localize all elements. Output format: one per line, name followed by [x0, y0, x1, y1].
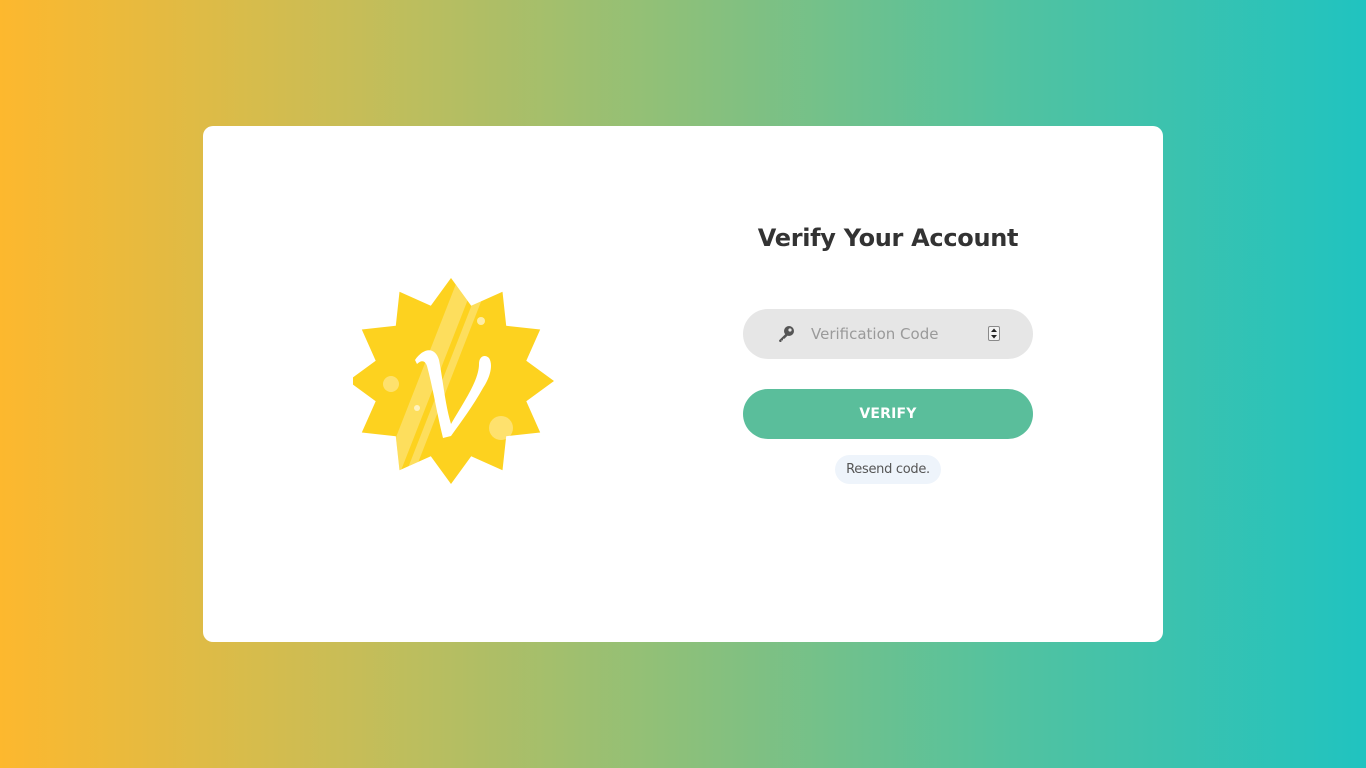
- page-title: Verify Your Account: [757, 224, 1019, 252]
- spinner-down-arrow-icon[interactable]: [989, 334, 999, 340]
- verification-code-field[interactable]: [743, 309, 1033, 359]
- badge-bubble: [383, 376, 399, 392]
- badge-bubble: [477, 317, 485, 325]
- verification-code-input[interactable]: [811, 309, 981, 359]
- verify-card: Verify Your Account VERIFY Resend code.: [203, 126, 1163, 642]
- badge-bubble: [489, 416, 513, 440]
- resend-code-link[interactable]: Resend code.: [835, 455, 941, 484]
- verification-form: Verify Your Account VERIFY Resend code.: [743, 126, 1033, 642]
- verify-button[interactable]: VERIFY: [743, 389, 1033, 439]
- verified-v-badge-icon: [353, 278, 554, 484]
- spinner-up-arrow-icon[interactable]: [989, 327, 999, 333]
- key-icon: [779, 326, 794, 342]
- badge-bubble: [414, 405, 420, 411]
- number-spinner[interactable]: [988, 326, 1000, 341]
